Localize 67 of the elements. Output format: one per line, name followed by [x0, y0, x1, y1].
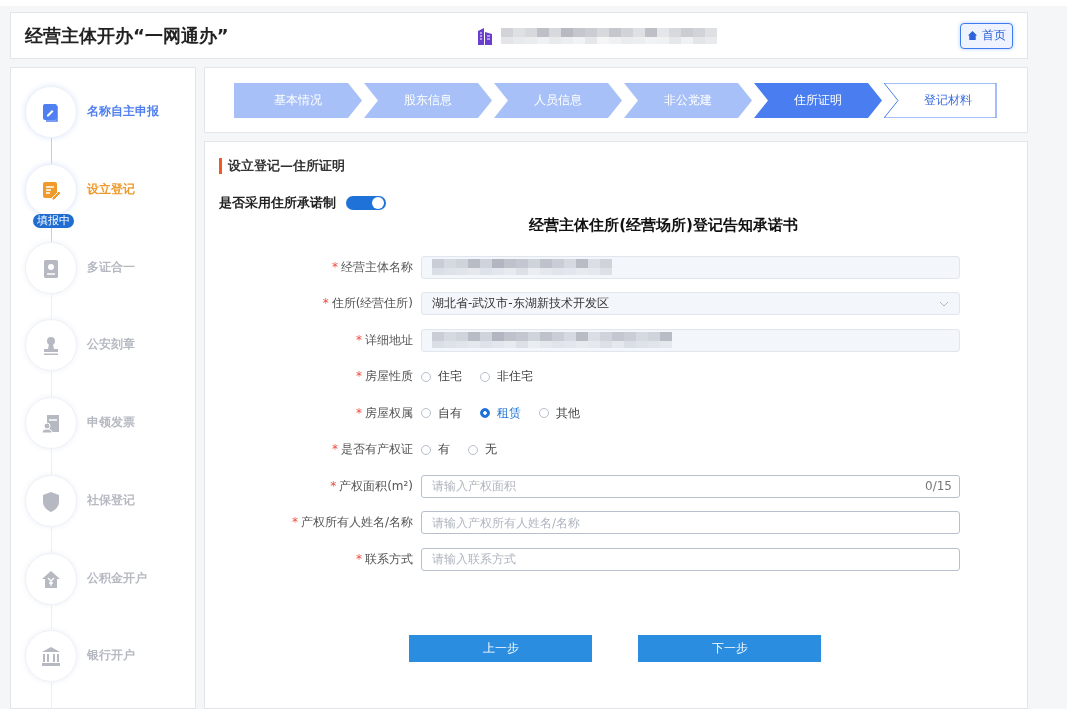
step-tab[interactable]: 非公党建 [624, 82, 752, 118]
radio-option[interactable]: 非住宅 [480, 368, 533, 386]
app-title: 经营主体开办“一网通办” [25, 23, 230, 48]
bank-icon [40, 645, 62, 668]
required-mark: * [332, 442, 338, 457]
required-mark: * [332, 259, 338, 274]
step-tab[interactable]: 股东信息 [364, 82, 492, 118]
sidebar-item[interactable]: 多证合一 [87, 258, 135, 276]
radio-option[interactable]: 租赁 [480, 404, 521, 422]
step-circle[interactable] [25, 163, 77, 216]
radio-option[interactable]: 其他 [539, 404, 580, 422]
field-label: 产权面积(m²) [339, 478, 413, 493]
sidebar-item[interactable]: 银行开户 [87, 647, 135, 665]
step-circle[interactable] [25, 86, 77, 138]
input-field[interactable]: 请输入产权所有人姓名/名称 [421, 511, 960, 535]
sidebar-item[interactable]: 设立登记 [87, 180, 135, 198]
radio-option[interactable]: 有 [421, 441, 450, 459]
sidebar-item[interactable]: 公积金开户 [87, 569, 147, 587]
home-button[interactable]: 首页 [960, 22, 1013, 49]
field-label: 联系方式 [365, 551, 413, 566]
toggle-label: 是否采用住所承诺制 [219, 194, 336, 212]
status-badge: 填报中 [33, 213, 74, 228]
building-icon [477, 26, 493, 45]
field-label: 房屋权属 [365, 405, 413, 420]
step-circle[interactable] [25, 241, 77, 294]
sidebar-item[interactable]: 申领发票 [87, 414, 135, 431]
field-label: 详细地址 [365, 332, 413, 347]
char-counter: 0/15 [925, 478, 952, 493]
field-label: 产权所有人姓名/名称 [300, 515, 413, 530]
step-tab[interactable]: 人员信息 [494, 82, 622, 118]
select-field[interactable]: 湖北省-武汉市-东湖新技术开发区 [421, 292, 960, 316]
required-mark: * [322, 296, 329, 311]
step-circle[interactable] [25, 552, 77, 605]
next-button[interactable]: 下一步 [638, 634, 821, 662]
step-circle[interactable] [25, 630, 77, 683]
sidebar-item[interactable]: 名称自主申报 [87, 103, 159, 120]
radio-option[interactable]: 自有 [421, 404, 462, 422]
previous-button[interactable]: 上一步 [409, 634, 592, 662]
invoice-icon [40, 412, 62, 434]
required-mark: * [356, 369, 362, 384]
step-circle[interactable] [25, 474, 77, 527]
field-label: 房屋性质 [365, 369, 413, 384]
chevron-down-icon [939, 300, 949, 307]
toggle-switch[interactable] [346, 196, 386, 210]
form-heading: 经营主体住所(经营场所)登记告知承诺书 [528, 216, 799, 235]
step-tab[interactable]: 基本情况 [234, 82, 362, 118]
input-field[interactable]: 请输入联系方式 [421, 547, 960, 571]
shield-icon [40, 489, 62, 512]
home-icon [967, 30, 978, 41]
text-field[interactable] [421, 328, 960, 352]
required-mark: * [356, 405, 362, 420]
required-mark: * [330, 478, 337, 493]
text-field[interactable] [421, 255, 960, 279]
step-tab[interactable]: 住所证明 [754, 82, 882, 118]
radio-option[interactable]: 住宅 [421, 368, 462, 386]
sidebar-item[interactable]: 社保登记 [87, 491, 135, 509]
field-label: 经营主体名称 [341, 259, 413, 274]
sidebar-item[interactable]: 公安刻章 [87, 336, 135, 354]
required-mark: * [356, 551, 362, 566]
section-title: 设立登记—住所证明 [219, 158, 1013, 174]
step-circle[interactable] [25, 319, 77, 372]
radio-option[interactable]: 无 [468, 441, 497, 459]
required-mark: * [356, 332, 362, 347]
required-mark: * [291, 515, 298, 530]
field-label: 住所(经营住所) [331, 296, 413, 311]
field-label: 是否有产权证 [341, 442, 413, 457]
step-circle[interactable] [25, 397, 77, 449]
